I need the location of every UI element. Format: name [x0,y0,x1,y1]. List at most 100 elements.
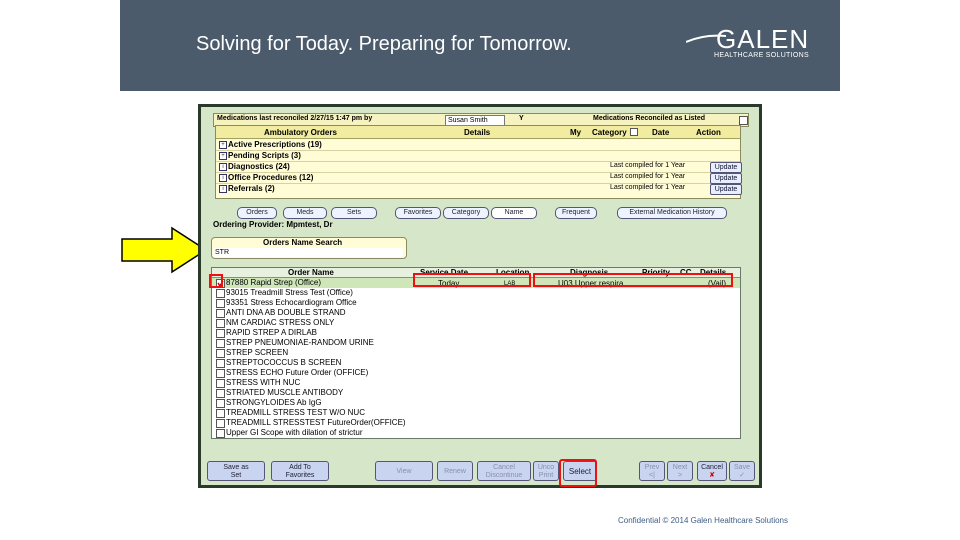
button-line: Save [734,464,750,471]
panel-row-label: Office Procedures (12) [228,173,314,182]
table-row[interactable]: STREPTOCOCCUS B SCREEN [212,358,740,368]
ambulatory-orders-panel: Ambulatory Orders Details My Category Da… [215,125,742,199]
panel-row-label: Referrals (2) [228,184,275,193]
button-line: Next [672,464,688,471]
update-button[interactable]: Update [710,184,742,195]
table-row[interactable]: TREADMILL STRESSTEST FutureOrder(OFFICE) [212,418,740,428]
orders-name-search-label: Orders Name Search [263,238,343,247]
category-sort-icon[interactable] [630,128,638,136]
tab-orders[interactable]: Orders [237,207,277,219]
row-checkbox[interactable] [216,359,225,368]
row-checkbox[interactable] [216,309,225,318]
table-row[interactable]: STREP SCREEN [212,348,740,358]
button-line: View [396,468,412,475]
galen-logo: GALEN HEALTHCARE SOLUTIONS [686,24,812,62]
col-category: Category [592,128,627,137]
table-row[interactable]: ANTI DNA AB DOUBLE STRAND [212,308,740,318]
tab-category[interactable]: Category [443,207,489,219]
order-name: STRESS ECHO Future Order (OFFICE) [226,368,369,377]
button-line: Save as [223,464,249,471]
tab-sets[interactable]: Sets [331,207,377,219]
expand-icon[interactable]: + [219,141,227,149]
close-icon: ✘ [709,472,715,479]
row-checkbox[interactable] [216,409,225,418]
add-to-favorites-button[interactable]: Add To Favorites [271,461,329,481]
info-icon[interactable]: i [219,185,227,193]
prev-button[interactable]: Prev <| [639,461,665,481]
highlight-select-button [559,459,597,487]
compiled-text: Last compiled for 1 Year [610,173,686,180]
order-name: 93015 Treadmill Stress Test (Office) [226,288,353,297]
save-button[interactable]: Save ✓ [729,461,755,481]
info-icon[interactable]: i [219,163,227,171]
row-checkbox[interactable] [216,379,225,388]
col-order-name: Order Name [288,268,334,277]
row-checkbox[interactable] [216,369,225,378]
panel-row[interactable]: i Referrals (2) Last compiled for 1 Year… [216,183,742,195]
tab-external-medication-history[interactable]: External Medication History [617,207,727,219]
tab-favorites[interactable]: Favorites [395,207,441,219]
table-row[interactable]: TREADMILL STRESS TEST W/O NUC [212,408,740,418]
table-row[interactable]: STREP PNEUMONIAE-RANDOM URINE [212,338,740,348]
save-as-set-button[interactable]: Save as Set [207,461,265,481]
expand-icon[interactable]: + [219,152,227,160]
table-row[interactable]: 93351 Stress Echocardiogram Office [212,298,740,308]
table-row[interactable]: Upper GI Scope with dilation of strictur [212,428,740,438]
unco-print-button[interactable]: Unco Print [533,461,559,481]
highlight-service-date [413,273,531,287]
row-checkbox[interactable] [216,329,225,338]
order-name: 87880 Rapid Strep (Office) [226,278,322,287]
action-bar: Save as Set Add To Favorites View Renew Ca… [207,461,755,483]
panel-row-label: Active Prescriptions (19) [228,140,322,149]
info-icon[interactable]: i [219,174,227,182]
reconciled-checkbox[interactable] [739,116,748,125]
order-name: RAPID STREP A DIRLAB [226,328,317,337]
cancel-discontinue-button[interactable]: Cancel Discontinue [477,461,531,481]
col-action: Action [696,128,721,137]
tab-name[interactable]: Name [491,207,537,219]
row-checkbox[interactable] [216,339,225,348]
table-row[interactable]: STRIATED MUSCLE ANTIBODY [212,388,740,398]
row-checkbox[interactable] [216,399,225,408]
view-button[interactable]: View [375,461,433,481]
order-name: TREADMILL STRESS TEST W/O NUC [226,408,365,417]
button-line: Cancel [493,464,515,471]
button-line: <| [649,472,655,479]
button-line: Print [538,472,554,479]
orders-name-search-input[interactable]: STR [213,248,403,257]
table-row[interactable]: STRONGYLOIDES Ab IgG [212,398,740,408]
row-checkbox[interactable] [216,429,225,438]
check-icon: ✓ [739,472,745,479]
row-checkbox[interactable] [216,289,225,298]
button-line: Add To [289,464,311,471]
table-row[interactable]: 93015 Treadmill Stress Test (Office) [212,288,740,298]
cancel-button[interactable]: Cancel ✘ [697,461,727,481]
next-button[interactable]: Next > [667,461,693,481]
tab-meds[interactable]: Meds [283,207,327,219]
app-window: Medications last reconciled 2/27/15 1:47… [198,104,762,488]
col-details: Details [464,128,491,137]
row-checkbox[interactable] [216,389,225,398]
logo-name: GALEN [716,24,810,54]
button-line: > [677,472,683,479]
table-row[interactable]: NM CARDIAC STRESS ONLY [212,318,740,328]
order-name: STRIATED MUSCLE ANTIBODY [226,388,344,397]
row-checkbox[interactable] [216,299,225,308]
compiled-text: Last compiled for 1 Year [610,162,686,169]
table-row[interactable]: STRESS WITH NUC [212,378,740,388]
tab-frequent[interactable]: Frequent [555,207,597,219]
renew-button[interactable]: Renew [437,461,473,481]
logo-subtitle: HEALTHCARE SOLUTIONS [714,52,809,59]
panel-row-label: Pending Scripts (3) [228,151,301,160]
table-row[interactable]: RAPID STREP A DIRLAB [212,328,740,338]
row-checkbox[interactable] [216,419,225,428]
table-row[interactable]: STRESS ECHO Future Order (OFFICE) [212,368,740,378]
col-ambulatory-orders: Ambulatory Orders [264,128,337,137]
reconciled-y: Y [519,115,524,122]
order-name: STREP SCREEN [226,348,289,357]
row-checkbox[interactable] [216,349,225,358]
row-checkbox[interactable] [216,319,225,328]
button-line: Prev [644,464,660,471]
panel-row-label: Diagnostics (24) [228,162,290,171]
button-line: Favorites [285,472,315,479]
